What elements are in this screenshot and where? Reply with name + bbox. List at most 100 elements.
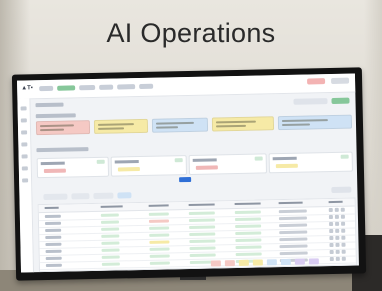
table-cell <box>278 216 307 221</box>
alert-button[interactable] <box>307 78 326 85</box>
table-cell <box>101 241 120 245</box>
filter-chip[interactable] <box>93 192 114 200</box>
status-card[interactable] <box>211 116 275 132</box>
filter-chip[interactable] <box>43 193 68 201</box>
table-cell <box>189 232 216 237</box>
sidebar-icon[interactable] <box>22 178 29 183</box>
row-action-icon[interactable] <box>329 235 334 241</box>
row-action-icon[interactable] <box>341 242 346 247</box>
sidebar-icon[interactable] <box>21 142 28 147</box>
row-action-icon[interactable] <box>340 207 345 212</box>
row-action-icon[interactable] <box>341 249 346 254</box>
row-action-icon[interactable] <box>328 214 333 220</box>
badge <box>224 260 235 267</box>
table-cell <box>149 233 170 237</box>
table-cell <box>148 219 170 223</box>
row-action-icon[interactable] <box>329 221 334 227</box>
group-panel[interactable] <box>110 155 188 177</box>
table-cell <box>45 235 62 240</box>
table-cell <box>149 254 170 258</box>
table-cell <box>235 252 262 257</box>
section-heading <box>35 102 64 108</box>
row-action-icon[interactable] <box>341 228 346 233</box>
table-cell <box>100 220 120 224</box>
table-cell <box>235 231 262 236</box>
row-action-icon[interactable] <box>334 214 339 219</box>
row-action-icon[interactable] <box>335 256 340 261</box>
row-action-icon[interactable] <box>328 207 333 213</box>
table-cell <box>149 240 170 244</box>
table-cell <box>45 242 62 247</box>
table-cell <box>188 218 215 223</box>
table-cell <box>189 253 216 258</box>
table-cell <box>101 234 120 238</box>
toolbar-button[interactable] <box>293 98 328 105</box>
row-action-icon[interactable] <box>335 235 340 240</box>
nav-item[interactable] <box>39 85 54 92</box>
dashboard-screen: ▲T▪ <box>17 73 359 273</box>
app-logo: ▲T▪ <box>21 85 33 92</box>
nav-item-active[interactable] <box>57 85 76 91</box>
nav-item[interactable] <box>79 84 96 91</box>
monitor: ▲T▪ <box>11 67 367 281</box>
badge <box>238 259 249 266</box>
table-cell <box>101 262 120 266</box>
table-cell <box>45 228 62 233</box>
badge <box>280 258 291 266</box>
sidebar-icon[interactable] <box>21 166 28 171</box>
group-panel[interactable] <box>268 151 353 174</box>
badge <box>294 258 305 265</box>
row-action-icon[interactable] <box>335 221 340 226</box>
status-card[interactable] <box>277 114 353 131</box>
row-action-icon[interactable] <box>341 221 346 226</box>
status-card[interactable] <box>35 120 91 136</box>
group-panel[interactable] <box>36 156 110 179</box>
row-action-icon[interactable] <box>335 228 340 233</box>
table-cell <box>234 210 261 215</box>
row-action-icon[interactable] <box>341 256 346 261</box>
table-cell <box>101 248 120 252</box>
group-panel[interactable] <box>188 153 268 175</box>
table-cell <box>44 214 61 219</box>
sidebar-icon[interactable] <box>20 106 27 111</box>
nav-item[interactable] <box>139 83 154 90</box>
status-card[interactable] <box>93 118 149 134</box>
row-action-icon[interactable] <box>340 214 345 219</box>
table-cell <box>189 225 216 230</box>
filter-chip[interactable] <box>71 193 90 200</box>
row-action-icon[interactable] <box>334 207 339 212</box>
row-action-icon[interactable] <box>335 249 340 254</box>
user-menu-button[interactable] <box>331 77 350 85</box>
row-action-icon[interactable] <box>329 249 334 255</box>
run-button[interactable] <box>179 176 192 183</box>
sign-title: AI Operations <box>106 18 276 48</box>
badge <box>308 258 319 265</box>
row-action-icon[interactable] <box>341 235 346 240</box>
badge <box>252 259 263 266</box>
sidebar-icon[interactable] <box>21 130 28 135</box>
filter-chip[interactable] <box>117 192 132 199</box>
row-action-icon[interactable] <box>335 242 340 247</box>
table-cell <box>278 209 307 214</box>
table-cell <box>101 255 120 259</box>
table-cell <box>279 237 308 242</box>
table-cell <box>149 247 170 251</box>
row-action-icon[interactable] <box>329 256 334 262</box>
nav-item[interactable] <box>99 84 114 90</box>
table-action-button[interactable] <box>331 186 352 194</box>
filter-bar <box>43 192 163 201</box>
sidebar-icon[interactable] <box>20 118 27 123</box>
table-cell <box>148 212 169 216</box>
badge <box>210 260 221 267</box>
sidebar-icon[interactable] <box>21 154 28 159</box>
app-topbar: ▲T▪ <box>17 73 356 100</box>
nav-item[interactable] <box>117 84 136 90</box>
sidebar <box>17 98 35 273</box>
row-action-icon[interactable] <box>329 242 334 248</box>
status-card[interactable] <box>151 117 209 133</box>
table-cell <box>149 226 170 230</box>
primary-button[interactable] <box>331 97 350 104</box>
table-cell <box>234 217 261 222</box>
top-nav <box>39 83 154 92</box>
row-action-icon[interactable] <box>329 228 334 234</box>
